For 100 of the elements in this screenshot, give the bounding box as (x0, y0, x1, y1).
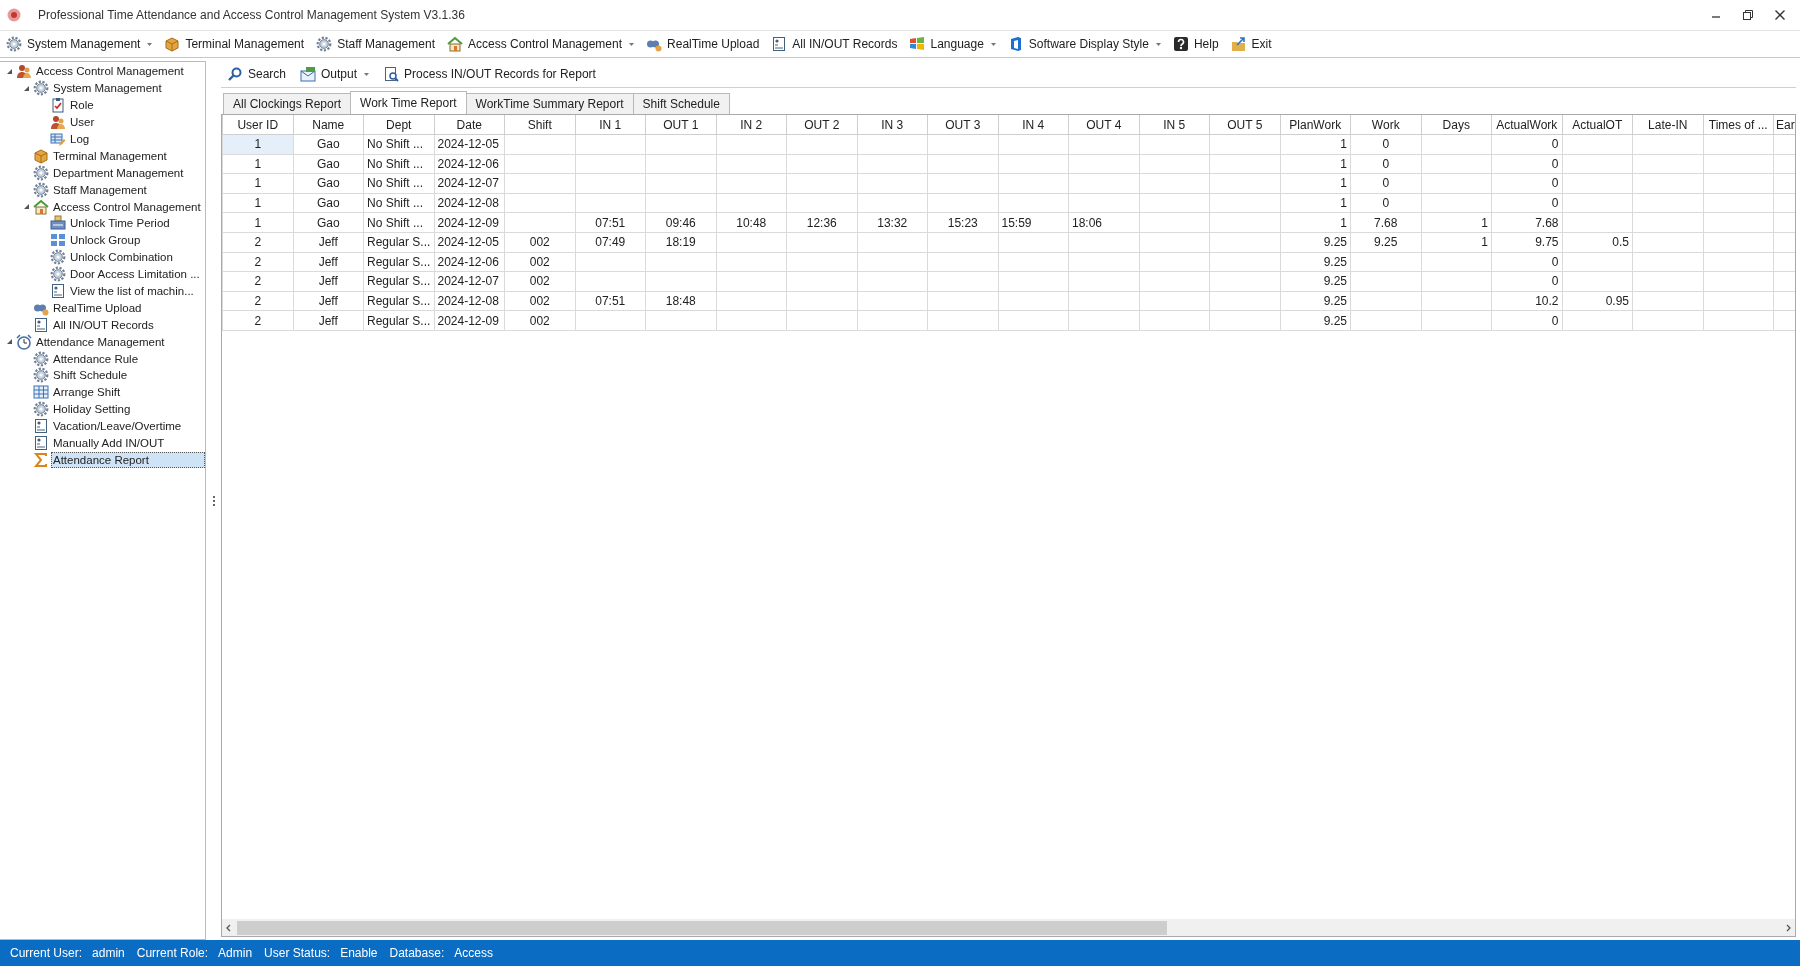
tree-item[interactable]: Role (68, 97, 96, 114)
menu-item[interactable]: Exit (1230, 36, 1272, 52)
gear-icon (33, 164, 49, 181)
table-cell: 002 (504, 310, 575, 331)
toolbar-button[interactable]: Search (227, 66, 287, 82)
table-cell: 1 (1421, 212, 1492, 233)
column-header[interactable]: Date (434, 115, 505, 135)
tree-item[interactable]: Attendance Report (51, 451, 205, 468)
tree-item[interactable]: System Management (51, 80, 164, 97)
toolbar-button[interactable]: Process IN/OUT Records for Report (383, 66, 596, 82)
close-button[interactable] (1774, 9, 1786, 21)
column-header[interactable]: IN 5 (1139, 115, 1210, 135)
app-logo-icon (6, 7, 22, 23)
tree-item[interactable]: User (68, 114, 97, 131)
column-header[interactable]: IN 4 (998, 115, 1069, 135)
tree-item[interactable]: Staff Management (51, 181, 149, 198)
tree-item[interactable]: View the list of machin... (68, 283, 196, 299)
tree-item[interactable]: Unlock Group (68, 232, 143, 249)
table-cell: 0 (1491, 310, 1562, 331)
column-header[interactable]: ActualOT (1562, 115, 1633, 135)
column-header[interactable]: Days (1421, 115, 1492, 135)
toolbar-button[interactable]: Output (300, 66, 370, 82)
table-cell: Gao (293, 154, 364, 174)
table-cell: 9.25 (1280, 252, 1351, 272)
column-header[interactable]: IN 2 (716, 115, 787, 135)
column-header[interactable]: ActualWork (1491, 115, 1562, 135)
column-header[interactable]: Shift (504, 115, 575, 135)
envelope-sheet-icon (300, 66, 317, 82)
menu-item[interactable]: Language (909, 36, 996, 52)
column-header[interactable]: OUT 3 (927, 115, 998, 135)
document-icon (33, 316, 49, 333)
menu-item[interactable]: Help (1172, 36, 1219, 52)
column-header[interactable]: OUT 4 (1068, 115, 1139, 135)
column-header[interactable]: Work (1350, 115, 1421, 135)
house-icon (446, 36, 463, 52)
tab[interactable]: WorkTime Summary Report (465, 93, 634, 114)
menu-item[interactable]: RealTime Upload (646, 36, 760, 52)
tab[interactable]: All Clockings Report (223, 93, 352, 114)
tree-item[interactable]: Vacation/Leave/Overtime (51, 418, 184, 435)
tree-item[interactable]: Attendance Management (34, 333, 167, 350)
restore-button[interactable] (1742, 9, 1754, 21)
tab[interactable]: Shift Schedule (632, 93, 730, 114)
tree-item[interactable]: Shift Schedule (51, 367, 130, 384)
gear-icon (33, 181, 49, 198)
gear-icon (6, 36, 22, 52)
scroll-right-icon[interactable] (1784, 923, 1792, 932)
table-cell: 2 (222, 252, 293, 272)
menu-item[interactable]: Terminal Management (164, 36, 305, 52)
tree-item[interactable]: Arrange Shift (51, 384, 123, 401)
column-header[interactable]: OUT 2 (786, 115, 857, 135)
column-header[interactable]: Dept (363, 115, 434, 135)
column-header[interactable]: IN 1 (575, 115, 646, 135)
table-cell: Jeff (293, 252, 364, 272)
menu-item[interactable]: System Management (6, 36, 153, 52)
table-cell: 0 (1491, 193, 1562, 213)
tree-item[interactable]: Holiday Setting (51, 401, 133, 418)
horizontal-scrollbar[interactable] (222, 919, 1795, 936)
column-header[interactable]: Name (293, 115, 364, 135)
tab[interactable]: Work Time Report (350, 91, 467, 112)
tree-item[interactable]: Attendance Rule (51, 350, 141, 367)
menu-item[interactable]: Staff Management (316, 36, 435, 52)
tree-item[interactable]: Access Control Management (51, 198, 203, 215)
tree-item[interactable]: Manually Add IN/OUT (51, 435, 167, 452)
tree-item[interactable]: Log (68, 131, 92, 147)
table-cell: 9.25 (1350, 232, 1421, 253)
expand-toggle-icon[interactable] (22, 84, 30, 92)
tree-item[interactable]: Terminal Management (51, 147, 169, 164)
column-header[interactable]: Times of ... (1703, 115, 1774, 135)
table-cell: 13:32 (857, 212, 928, 233)
column-header[interactable]: OUT 5 (1209, 115, 1280, 135)
tree-item[interactable]: All IN/OUT Records (51, 316, 156, 333)
table-cell: 0 (1491, 271, 1562, 292)
scroll-left-icon[interactable] (225, 923, 233, 932)
table-cell: 7.68 (1491, 212, 1562, 233)
tree-item[interactable]: Department Management (51, 164, 186, 181)
table-cell: Gao (293, 212, 364, 233)
tree-item[interactable]: Unlock Time Period (68, 215, 172, 232)
tree-item[interactable]: Unlock Combination (68, 249, 175, 266)
expand-toggle-icon[interactable] (5, 338, 13, 346)
table-cell: 002 (504, 271, 575, 292)
table-cell: 0.95 (1562, 291, 1633, 311)
table-cell: Regular S... (363, 232, 434, 253)
column-header[interactable]: PlanWork (1280, 115, 1351, 135)
tree-item[interactable]: RealTime Upload (51, 299, 144, 316)
column-header[interactable]: User ID (222, 115, 293, 135)
tree-item[interactable]: Access Control Management (34, 63, 186, 80)
menu-item[interactable]: Software Display Style (1007, 36, 1161, 52)
table-cell: 0.5 (1562, 232, 1633, 253)
tree-item[interactable]: Door Access Limitation ... (68, 266, 202, 283)
expand-toggle-icon[interactable] (22, 203, 30, 211)
menu-item[interactable]: All IN/OUT Records (771, 36, 898, 52)
menu-item[interactable]: Access Control Management (446, 36, 635, 52)
column-header[interactable]: Ear (1773, 115, 1795, 135)
expand-toggle-icon[interactable] (5, 67, 13, 75)
column-header[interactable]: IN 3 (857, 115, 928, 135)
table-cell: 10.2 (1491, 291, 1562, 311)
gear-icon (50, 249, 66, 266)
column-header[interactable]: OUT 1 (645, 115, 716, 135)
column-header[interactable]: Late-IN (1632, 115, 1703, 135)
sigma-icon (33, 451, 49, 468)
